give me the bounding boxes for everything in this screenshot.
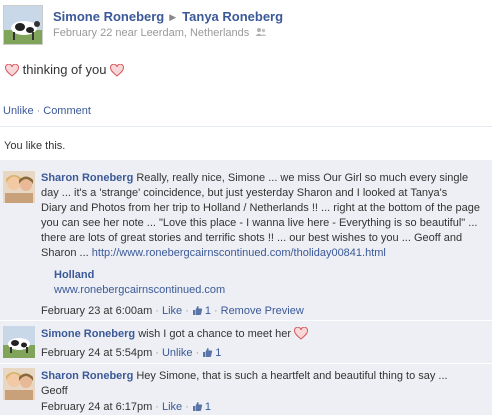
separator: · bbox=[36, 105, 41, 117]
people-icon[interactable] bbox=[255, 27, 267, 37]
comment-meta: February 23 at 6:00am · Like · 1 · Remove Prev… bbox=[41, 305, 304, 317]
comment-author-link[interactable]: Sharon Roneberg bbox=[41, 370, 133, 382]
comment-divider bbox=[0, 363, 492, 364]
heart-icon bbox=[110, 64, 125, 77]
comment-meta: February 24 at 6:17pm · Like · 1 bbox=[41, 401, 211, 413]
comment-text-line: there are lots of great stories and terr… bbox=[41, 232, 463, 244]
post-message-text: thinking of you bbox=[22, 62, 107, 77]
comment-text-line: Hey Simone, that is such a heartfelt and… bbox=[136, 370, 448, 382]
comment-body: Sharon Roneberg Hey Simone, that is such… bbox=[41, 369, 486, 399]
post-date[interactable]: February 22 bbox=[53, 27, 112, 39]
commenter-avatar[interactable] bbox=[3, 368, 35, 400]
comment-text: wish I got a chance to meet her bbox=[138, 328, 292, 340]
comment-timestamp[interactable]: February 23 at 6:00am bbox=[41, 305, 152, 317]
comment-text-line: Geoff bbox=[41, 385, 68, 397]
comment-text-line: day ... it's a 'strange' coincidence, bu… bbox=[41, 187, 448, 199]
comment-author-link[interactable]: Simone Roneberg bbox=[41, 328, 135, 340]
link-preview: Holland www.ronebergcairnscontinued.com bbox=[54, 268, 492, 298]
commenter-photo bbox=[3, 368, 35, 400]
link-preview-title[interactable]: Holland bbox=[54, 269, 94, 281]
comment-text-line: you can see her note ... "Love this plac… bbox=[41, 217, 478, 229]
heart-icon bbox=[5, 64, 19, 77]
comment-link[interactable]: Comment bbox=[43, 105, 91, 117]
commenter-photo bbox=[3, 171, 35, 203]
comment-text-line: Really, really nice, Simone ... we miss … bbox=[136, 172, 469, 184]
post-message: thinking of you bbox=[5, 62, 125, 77]
post-subheader: February 22 near Leerdam, Netherlands bbox=[53, 27, 267, 39]
likes-summary: You like this. bbox=[4, 140, 66, 152]
like-link[interactable]: Like bbox=[162, 401, 182, 413]
comment-timestamp[interactable]: February 24 at 6:17pm bbox=[41, 401, 152, 413]
post-actions: Unlike · Comment bbox=[3, 105, 91, 117]
unlike-comment-link[interactable]: Unlike bbox=[162, 347, 193, 359]
like-count[interactable]: 1 bbox=[215, 347, 221, 359]
recipient-name-link[interactable]: Tanya Roneberg bbox=[182, 9, 283, 24]
author-avatar[interactable] bbox=[3, 5, 43, 45]
author-name-link[interactable]: Simone Roneberg bbox=[53, 9, 164, 24]
thumbs-up-icon[interactable] bbox=[192, 401, 203, 412]
comment-body: Simone Roneberg wish I got a chance to m… bbox=[41, 327, 486, 342]
author-photo bbox=[4, 6, 42, 44]
comment-author-link[interactable]: Sharon Roneberg bbox=[41, 172, 133, 184]
comment-text-line: Sharon ... bbox=[41, 247, 92, 259]
commenter-avatar[interactable] bbox=[3, 326, 35, 358]
comment-meta: February 24 at 5:54pm · Unlike · 1 bbox=[41, 347, 222, 359]
post-header-names: Simone Roneberg ▶ Tanya Roneberg bbox=[53, 9, 283, 24]
like-count[interactable]: 1 bbox=[205, 305, 211, 317]
comment-divider bbox=[0, 320, 492, 321]
link-preview-url[interactable]: www.ronebergcairnscontinued.com bbox=[54, 284, 225, 296]
commenter-photo bbox=[3, 326, 35, 358]
remove-preview-link[interactable]: Remove Preview bbox=[221, 305, 304, 317]
like-count[interactable]: 1 bbox=[205, 401, 211, 413]
heart-icon bbox=[294, 327, 309, 340]
commenter-avatar[interactable] bbox=[3, 171, 35, 203]
thumbs-up-icon[interactable] bbox=[192, 305, 203, 316]
thumbs-up-icon[interactable] bbox=[202, 347, 213, 358]
unlike-link[interactable]: Unlike bbox=[3, 105, 34, 117]
comment-text-line: Diary and Photos from her trip to Hollan… bbox=[41, 202, 481, 214]
comment-url-link[interactable]: http://www.ronebergcairnscontinued.com/t… bbox=[92, 247, 386, 259]
like-link[interactable]: Like bbox=[162, 305, 182, 317]
post-location[interactable]: near Leerdam, Netherlands bbox=[115, 27, 249, 39]
comment-timestamp[interactable]: February 24 at 5:54pm bbox=[41, 347, 152, 359]
comment-body: Sharon Roneberg Really, really nice, Sim… bbox=[41, 171, 486, 261]
arrow-right-icon: ▶ bbox=[169, 12, 177, 22]
